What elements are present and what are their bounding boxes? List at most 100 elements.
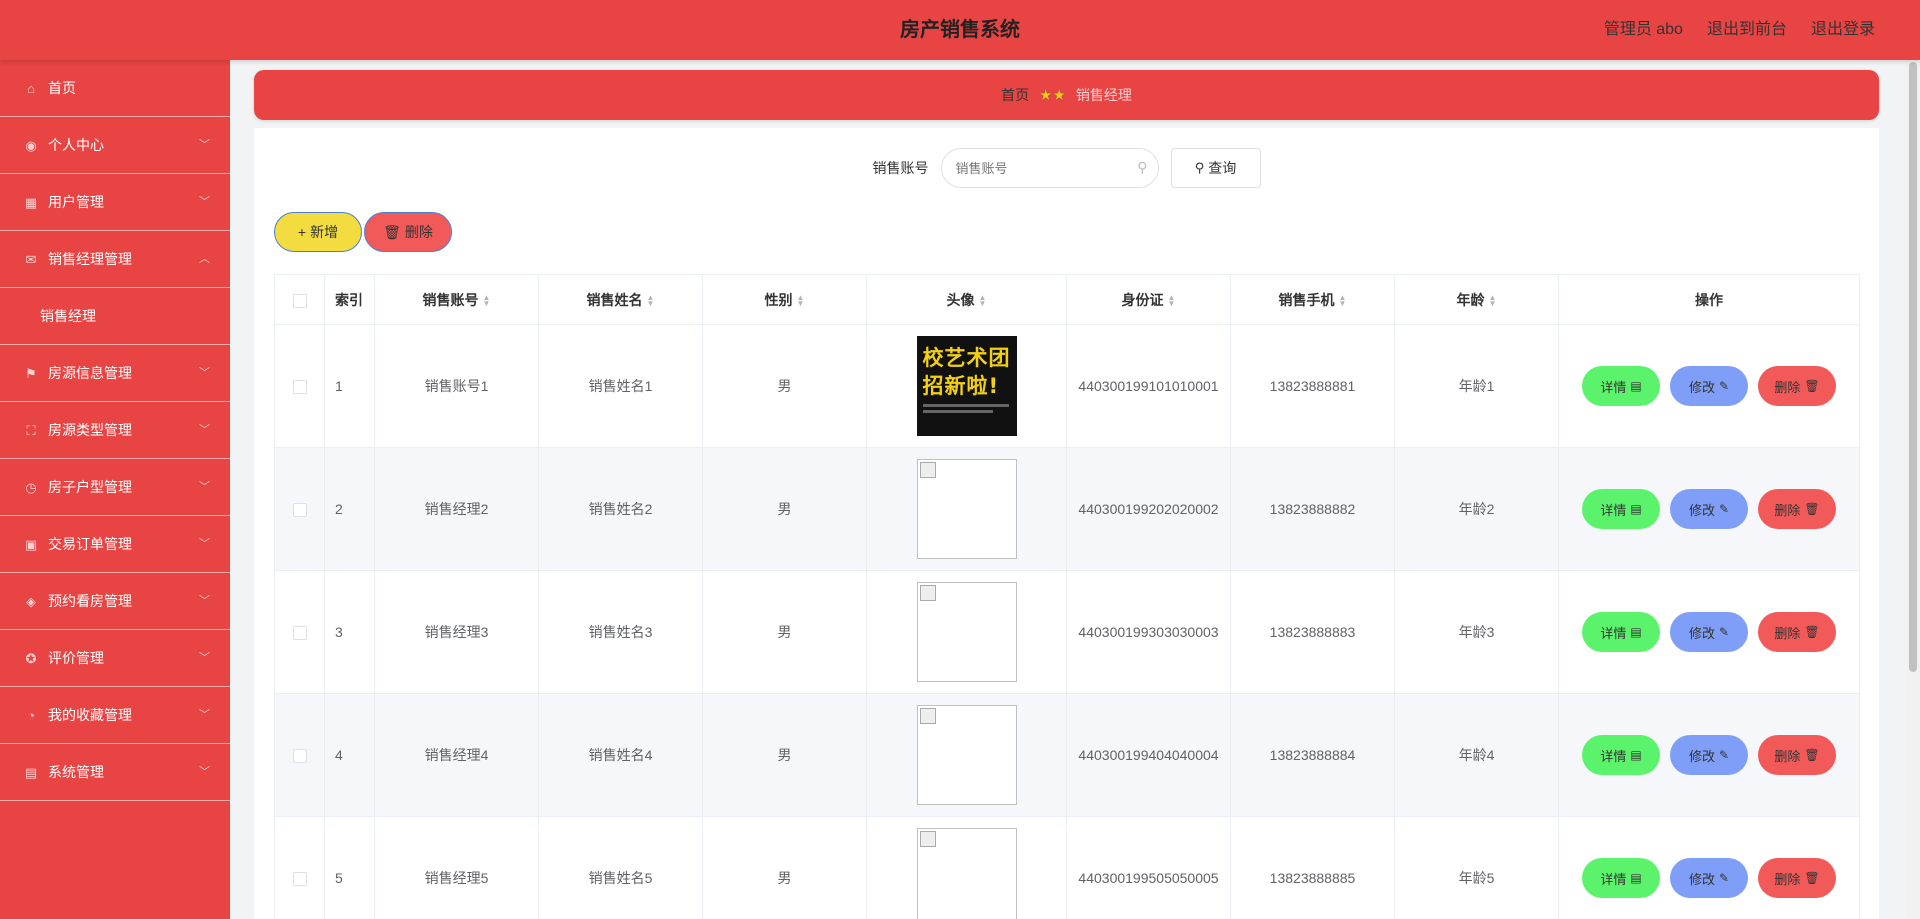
delete-button[interactable]: 删除 🗑 <box>1758 489 1836 529</box>
name-cell: 销售姓名2 <box>538 447 703 571</box>
search-input[interactable] <box>955 149 1136 187</box>
vertical-scrollbar[interactable] <box>1906 60 1920 919</box>
document-icon: ▤ <box>1630 625 1642 639</box>
broken-image-icon <box>919 708 936 724</box>
age-cell: 年龄4 <box>1394 693 1559 817</box>
briefcase-icon: ▣ <box>24 537 38 552</box>
data-table: 索引 销售账号 ▲ ▼ 销售姓名 ▲ ▼ 性别 ▲ ▼ 头像 ▲ ▼ 身份证 ▲ ▼ 销售手机 ▲ ▼ … <box>274 274 1860 919</box>
row-checkbox[interactable] <box>292 749 307 764</box>
to-front-link[interactable]: 退出到前台 <box>1707 0 1787 60</box>
sort-icon[interactable]: ▲ ▼ <box>1489 293 1497 307</box>
trash-icon: 🗑 <box>1804 625 1820 639</box>
clock-icon: ◷ <box>25 480 37 495</box>
detail-button[interactable]: 详情 ▤ <box>1582 366 1660 406</box>
detail-button[interactable]: 详情 ▤ <box>1582 489 1660 529</box>
row-select-cell <box>274 447 325 571</box>
select-all-checkbox[interactable] <box>292 293 307 308</box>
column-header[interactable]: 性别 ▲ ▼ <box>702 274 867 325</box>
edit-button[interactable]: 修改 ✎ <box>1670 612 1748 652</box>
table-header-row: 索引 销售账号 ▲ ▼ 销售姓名 ▲ ▼ 性别 ▲ ▼ 头像 ▲ ▼ 身份证 ▲ ▼ 销售手机 ▲ ▼ … <box>274 274 1860 325</box>
column-header[interactable]: 年龄 ▲ ▼ <box>1394 274 1559 325</box>
gender-cell: 男 <box>702 324 867 448</box>
row-checkbox[interactable] <box>292 872 307 887</box>
sort-icon[interactable]: ▲ ▼ <box>1168 293 1176 307</box>
detail-button[interactable]: 详情 ▤ <box>1582 858 1660 898</box>
edit-button[interactable]: 修改 ✎ <box>1670 858 1748 898</box>
document-icon: ▤ <box>1630 502 1642 516</box>
sort-icon[interactable]: ▲ ▼ <box>647 293 655 307</box>
chevron-down-icon: ﹀ <box>199 424 210 436</box>
row-checkbox[interactable] <box>292 626 307 641</box>
detail-button-label: 详情 <box>1600 748 1627 764</box>
column-header[interactable]: 销售手机 ▲ ▼ <box>1230 274 1395 325</box>
sidebar-item[interactable]: ⚑ 房源信息管理 ﹀ <box>0 345 230 402</box>
row-checkbox[interactable] <box>292 503 307 518</box>
sidebar-item[interactable]: ✪ 评价管理 ﹀ <box>0 630 230 687</box>
delete-button-label: 删除 <box>1774 502 1801 518</box>
trash-icon: 🗑 <box>1804 871 1820 885</box>
sidebar-item[interactable]: ✉ 销售经理管理 ︿ <box>0 231 230 288</box>
id-card-cell: 440300199404040004 <box>1066 693 1231 817</box>
detail-button-label: 详情 <box>1600 871 1627 887</box>
batch-delete-label: 删除 <box>404 224 433 240</box>
sidebar-item-label: 房子户型管理 <box>48 479 132 495</box>
detail-button-label: 详情 <box>1600 502 1627 518</box>
sort-icon[interactable]: ▲ ▼ <box>979 293 987 307</box>
delete-button[interactable]: 删除 🗑 <box>1758 612 1836 652</box>
sidebar-item[interactable]: ▦ 用户管理 ﹀ <box>0 174 230 231</box>
detail-button[interactable]: 详情 ▤ <box>1582 735 1660 775</box>
edit-button[interactable]: 修改 ✎ <box>1670 489 1748 529</box>
edit-button[interactable]: 修改 ✎ <box>1670 735 1748 775</box>
sidebar-item[interactable]: ⛶ 房源类型管理 ﹀ <box>0 402 230 459</box>
ops-cell: 详情 ▤ 修改 ✎ 删除 🗑 <box>1558 693 1860 817</box>
chevron-down-icon: ﹀ <box>199 595 210 607</box>
location-icon: ◈ <box>26 594 36 609</box>
sidebar-item[interactable]: ⌂ 首页 <box>0 60 230 117</box>
sidebar-subitem[interactable]: 销售经理 <box>0 288 230 345</box>
phone-cell: 13823888882 <box>1230 447 1395 571</box>
plus-icon: + <box>297 224 307 240</box>
name-cell: 销售姓名1 <box>538 324 703 448</box>
query-button[interactable]: ⚲ 查询 <box>1170 148 1261 188</box>
sidebar: ⌂ 首页 ◉ 个人中心 ﹀ ▦ 用户管理 ﹀ ✉ 销售经理管理 ︿ 销售经理 ⚑ 房源信息管理 ﹀ ⛶ 房源类型… <box>0 60 230 919</box>
column-header[interactable]: 销售姓名 ▲ ▼ <box>538 274 703 325</box>
chevron-down-icon: ﹀ <box>199 139 210 151</box>
batch-delete-button[interactable]: 🗑 删除 <box>364 212 452 252</box>
user-label: 管理员 abo <box>1603 21 1683 38</box>
sort-icon[interactable]: ▲ ▼ <box>797 293 805 307</box>
age-cell: 年龄5 <box>1394 816 1559 919</box>
row-checkbox[interactable] <box>292 380 307 395</box>
column-header[interactable]: 头像 ▲ ▼ <box>866 274 1067 325</box>
sidebar-item[interactable]: ◔ 我的收藏管理 ﹀ <box>0 687 230 744</box>
breadcrumb-home[interactable]: 首页 <box>1001 87 1029 103</box>
sort-icon[interactable]: ▲ ▼ <box>483 293 491 307</box>
sidebar-item[interactable]: ▣ 交易订单管理 ﹀ <box>0 516 230 573</box>
sidebar-item[interactable]: ◉ 个人中心 ﹀ <box>0 117 230 174</box>
row-select-cell <box>274 693 325 817</box>
ops-cell: 详情 ▤ 修改 ✎ 删除 🗑 <box>1558 324 1860 448</box>
edit-button[interactable]: 修改 ✎ <box>1670 366 1748 406</box>
column-header[interactable]: 身份证 ▲ ▼ <box>1066 274 1231 325</box>
delete-button[interactable]: 删除 🗑 <box>1758 366 1836 406</box>
column-header[interactable]: 销售账号 ▲ ▼ <box>374 274 539 325</box>
row-actions: 详情 ▤ 修改 ✎ 删除 🗑 <box>1559 489 1859 529</box>
avatar-cell <box>866 693 1067 817</box>
edit-button-label: 修改 <box>1688 502 1715 518</box>
delete-button[interactable]: 删除 🗑 <box>1758 735 1836 775</box>
sidebar-item-label: 销售经理管理 <box>48 251 132 267</box>
avatar-cell <box>866 570 1067 694</box>
detail-button[interactable]: 详情 ▤ <box>1582 612 1660 652</box>
sidebar-item[interactable]: ▤ 系统管理 ﹀ <box>0 744 230 801</box>
delete-button[interactable]: 删除 🗑 <box>1758 858 1836 898</box>
ops-cell: 详情 ▤ 修改 ✎ 删除 🗑 <box>1558 447 1860 571</box>
logout-link[interactable]: 退出登录 <box>1811 0 1875 60</box>
sort-icon[interactable]: ▲ ▼ <box>1339 293 1347 307</box>
sidebar-item[interactable]: ◷ 房子户型管理 ﹀ <box>0 459 230 516</box>
sidebar-item-label: 系统管理 <box>48 764 104 780</box>
scrollbar-thumb[interactable] <box>1909 62 1917 672</box>
sidebar-item[interactable]: ◈ 预约看房管理 ﹀ <box>0 573 230 630</box>
add-button[interactable]: + 新增 <box>274 212 362 252</box>
gender-cell: 男 <box>702 447 867 571</box>
ops-cell: 详情 ▤ 修改 ✎ 删除 🗑 <box>1558 570 1860 694</box>
row-select-cell <box>274 570 325 694</box>
